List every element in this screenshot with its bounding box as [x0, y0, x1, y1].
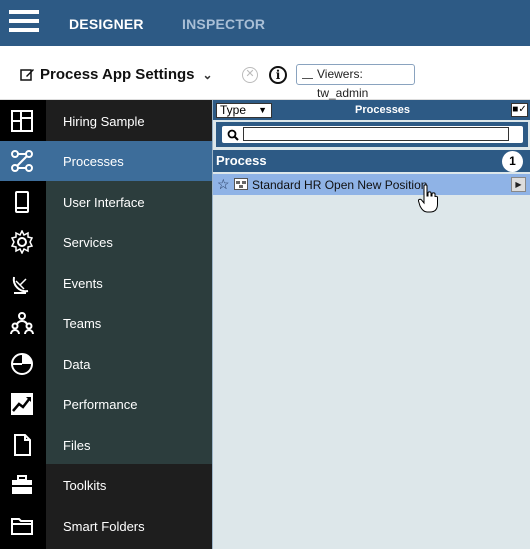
type-filter-value: Type	[220, 103, 247, 117]
top-navigation-bar: DESIGNER INSPECTOR	[0, 0, 530, 46]
process-type-icon	[234, 178, 248, 190]
type-filter-dropdown[interactable]: Type ▼	[216, 103, 272, 118]
sidebar-item-label: User Interface	[63, 195, 145, 210]
sidebar-item-events[interactable]: Events	[0, 263, 212, 303]
hamburger-menu-icon[interactable]	[9, 10, 39, 36]
sidebar-item-label: Hiring Sample	[63, 114, 145, 129]
search-icon	[227, 129, 239, 141]
sidebar-item-files[interactable]: Files	[0, 425, 212, 465]
sidebar-item-services[interactable]: Services	[0, 222, 212, 262]
page-title: Process App Settings	[40, 66, 195, 83]
panel-title: Processes	[355, 104, 411, 116]
sidebar-item-data[interactable]: Data	[0, 344, 212, 384]
sidebar-item-hiring-sample[interactable]: Hiring Sample	[0, 101, 212, 141]
trend-chart-icon	[11, 393, 33, 415]
folder-icon	[11, 518, 33, 535]
list-item[interactable]: ☆ Standard HR Open New Position ▶	[213, 174, 530, 195]
viewers-icon	[302, 70, 313, 79]
sidebar-item-label: Processes	[63, 154, 124, 169]
group-label: Process	[216, 153, 267, 168]
sidebar-item-toolkits[interactable]: Toolkits	[0, 465, 212, 505]
library-content-panel: Type ▼ Processes ■✓ Process 1 ☆ Standard…	[212, 100, 530, 549]
sidebar-item-label: Events	[63, 276, 103, 291]
tab-designer[interactable]: DESIGNER	[69, 16, 144, 32]
toolbox-icon	[12, 475, 32, 494]
satellite-dish-icon	[12, 276, 29, 294]
chevron-down-icon: ⌄	[202, 67, 213, 82]
sidebar-item-label: Teams	[63, 316, 102, 331]
sidebar-item-label: Performance	[63, 397, 138, 412]
search-input[interactable]	[243, 127, 509, 141]
star-icon[interactable]: ☆	[217, 176, 230, 193]
sidebar-item-performance[interactable]: Performance	[0, 384, 212, 424]
team-icon	[10, 312, 34, 335]
search-field-container	[221, 125, 524, 144]
sidebar-item-processes[interactable]: Processes	[0, 141, 212, 181]
hand-cursor-icon	[418, 184, 438, 213]
panel-header: Type ▼ Processes ■✓	[213, 100, 530, 120]
app-settings-menu[interactable]: Process App Settings ⌄	[20, 66, 213, 83]
close-icon[interactable]: ✕	[242, 67, 258, 83]
sidebar-item-teams[interactable]: Teams	[0, 303, 212, 343]
process-group-header[interactable]: Process 1	[213, 150, 530, 172]
sidebar-item-label: Services	[63, 235, 113, 250]
viewers-label: Viewers: tw_admin	[317, 67, 369, 100]
viewers-button[interactable]: Viewers: tw_admin	[296, 64, 415, 100]
sidebar-item-label: Toolkits	[63, 478, 107, 493]
sidebar-item-user-interface[interactable]: User Interface	[0, 182, 212, 222]
process-name: Standard HR Open New Position	[252, 178, 428, 192]
mobile-device-icon	[15, 191, 29, 213]
gear-icon	[10, 230, 34, 254]
pie-chart-icon	[11, 353, 33, 375]
edit-settings-icon	[20, 69, 34, 81]
expand-arrow-icon[interactable]: ▶	[511, 177, 526, 192]
process-flow-icon	[11, 150, 33, 172]
page-header: Process App Settings ⌄ ✕ i Viewers: tw_a…	[0, 46, 530, 100]
sidebar-item-label: Data	[63, 357, 91, 372]
search-bar	[216, 122, 528, 147]
sidebar-item-smart-folders[interactable]: Smart Folders	[0, 506, 212, 546]
dashboard-icon	[11, 110, 33, 132]
sidebar-item-label: Files	[63, 438, 91, 453]
toggle-view-button[interactable]: ■✓	[511, 103, 528, 117]
tab-inspector[interactable]: INSPECTOR	[182, 16, 265, 32]
dropdown-arrow-icon: ▼	[258, 105, 267, 115]
info-icon[interactable]: i	[269, 66, 287, 84]
sidebar-item-label: Smart Folders	[63, 519, 145, 534]
file-icon	[14, 434, 31, 456]
count-badge: 1	[502, 151, 523, 172]
